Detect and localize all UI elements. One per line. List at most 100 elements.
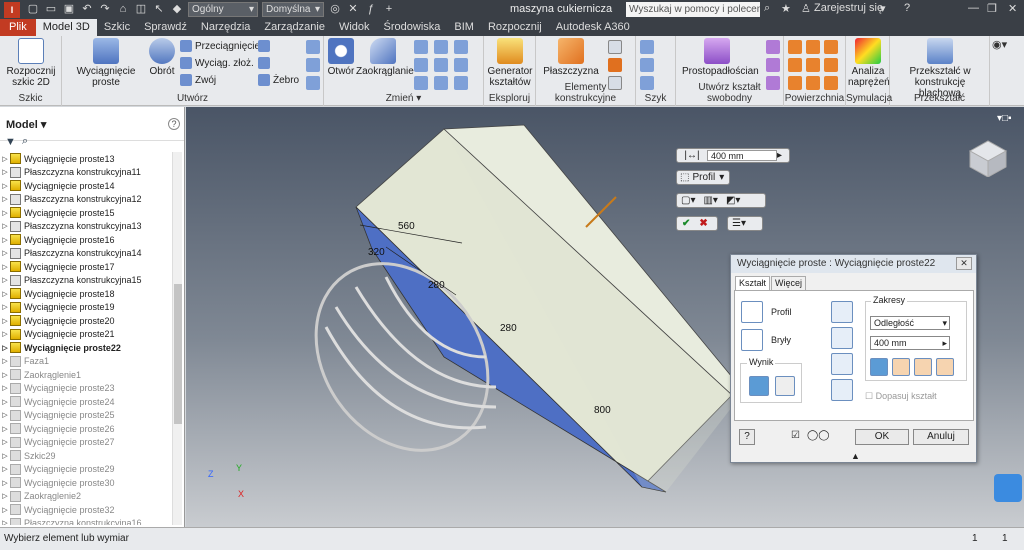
expand-arrow-icon[interactable]: ▷ [0,276,10,284]
rectangular-pattern-icon[interactable] [640,40,654,54]
mirror-pattern-icon[interactable] [640,76,654,90]
dim-280-b[interactable]: 280 [500,323,517,334]
stress-analysis-button[interactable]: Analiza naprężeń [848,38,890,88]
tab-bim[interactable]: BIM [447,19,481,36]
browser-item[interactable]: ▷ Wyciągnięcie proste21 [0,328,172,342]
browser-item[interactable]: ▷ Płaszczyzna konstrukcyjna16 [0,517,172,525]
point-icon[interactable] [608,58,622,72]
trim-icon[interactable] [806,40,820,54]
browser-item[interactable]: ▷ Wyciągnięcie proste13 [0,152,172,166]
browser-item[interactable]: ▷ Wyciągnięcie proste16 [0,233,172,247]
combine-icon[interactable] [434,40,448,54]
user-icon[interactable]: ♙ [801,2,811,15]
distance-input[interactable]: 400 mm [707,150,777,161]
star-icon[interactable]: ★ [781,2,791,15]
expand-arrow-icon[interactable]: ▷ [0,317,10,325]
clear-icon[interactable]: ✕ [345,2,361,17]
browser-item[interactable]: ▷ Płaszczyzna konstrukcyjna14 [0,247,172,261]
mini-menu[interactable]: ☰▾ [727,216,763,231]
expand-arrow-icon[interactable]: ▷ [0,195,10,203]
browser-item[interactable]: ▷ Wyciągnięcie proste32 [0,503,172,517]
app-assistant-icon[interactable] [994,474,1022,502]
distance-minitoolbar[interactable]: |↔| 400 mm ▸ [676,148,790,163]
cancel-icon[interactable]: ✖ [695,217,711,230]
tab-model-3d[interactable]: Model 3D [35,19,97,36]
intersect-button[interactable] [831,353,853,375]
stitch-icon[interactable] [788,40,802,54]
thread-icon[interactable] [434,58,448,72]
axis-icon[interactable] [608,40,622,54]
expand-arrow-icon[interactable]: ▷ [0,155,10,163]
expand-arrow-icon[interactable]: ▷ [0,209,10,217]
restore-button[interactable]: ❐ [987,2,997,15]
expand-arrow-icon[interactable]: ▷ [0,411,10,419]
tab-get-started[interactable]: Rozpocznij [481,19,549,36]
shell-icon[interactable] [414,58,428,72]
move-icon[interactable] [306,76,320,90]
browser-item[interactable]: ▷ Wyciągnięcie proste14 [0,179,172,193]
expand-arrow-icon[interactable]: ▷ [0,506,10,514]
direction-icon[interactable]: ◩▾ [722,194,744,207]
copy-icon[interactable] [306,40,320,54]
circular-pattern-icon[interactable] [640,58,654,72]
home-icon[interactable]: ⌂ [115,2,131,17]
chamfer-icon[interactable] [414,40,428,54]
expand-arrow-icon[interactable]: ▷ [0,384,10,392]
expand-arrow-icon[interactable]: ▷ [0,371,10,379]
tab-inspect[interactable]: Sprawdź [137,19,194,36]
extents-type-select[interactable]: Odległość ▾ [870,316,950,330]
browser-item[interactable]: ▷ Szkic29 [0,449,172,463]
browser-item[interactable]: ▷ Zaokrąglenie2 [0,490,172,504]
app-logo[interactable]: I [4,1,20,18]
scrollbar-thumb[interactable] [174,284,182,424]
derive-button[interactable] [258,56,273,70]
browser-item[interactable]: ▷ Wyciągnięcie proste25 [0,409,172,423]
new-icon[interactable]: ▢ [25,2,41,17]
direction-symmetric-button[interactable] [914,358,932,376]
direct-edit-icon[interactable] [454,76,468,90]
cut-button[interactable] [831,327,853,349]
new-solid-button[interactable] [831,379,853,401]
search-input[interactable]: Wyszukaj w pomocy i polecenia... [626,2,760,17]
browser-item[interactable]: ▷ Wyciągnięcie proste30 [0,476,172,490]
output-surface-button[interactable] [775,376,795,396]
browser-title[interactable]: Model ▾ [6,118,46,131]
patch-icon[interactable] [788,76,802,90]
tab-a360[interactable]: Autodesk A360 [549,19,637,36]
profile-select-button[interactable] [741,301,763,323]
delete-face-icon[interactable] [454,58,468,72]
dialog-titlebar[interactable]: Wyciągnięcie proste : Wyciągnięcie prost… [731,255,976,273]
viewcube[interactable] [966,137,1010,178]
rib-button[interactable]: Żebro [258,73,299,87]
expand-arrow-icon[interactable]: ▷ [0,344,10,352]
expand-arrow-icon[interactable]: ▷ [0,492,10,500]
preview-checkbox[interactable]: ☑ [791,430,800,441]
expand-arrow-icon[interactable]: ▷ [0,357,10,365]
tab-more[interactable]: Więcej [771,276,807,290]
help-icon[interactable]: ? [904,2,910,14]
tab-shape[interactable]: Kształt [735,276,771,290]
operation-minitoolbar[interactable]: ▢▾ ▥▾ ◩▾ [676,193,766,208]
mirror-icon[interactable] [306,58,320,72]
select-icon[interactable]: ↖ [151,2,167,17]
output-solid-button[interactable] [749,376,769,396]
browser-item[interactable]: ▷ Wyciągnięcie proste24 [0,395,172,409]
expand-arrow-icon[interactable]: ▷ [0,182,10,190]
hole-button[interactable]: Otwór [326,38,356,77]
sculpt-icon[interactable] [788,58,802,72]
save-icon[interactable]: ▣ [61,2,77,17]
add-icon[interactable]: + [381,2,397,17]
plane-button[interactable]: Płaszczyzna [542,38,600,77]
cancel-button[interactable]: Anuluj [913,429,969,445]
tab-view[interactable]: Widok [332,19,377,36]
revolve-button[interactable]: Obrót [148,38,176,77]
browser-item[interactable]: ▷ Płaszczyzna konstrukcyjna15 [0,274,172,288]
boundary-patch-icon[interactable] [824,40,838,54]
profile-dropdown-icon[interactable]: ▾ [715,171,724,184]
tab-tools[interactable]: Narzędzia [194,19,258,36]
signin-link[interactable]: Zarejestruj się [814,2,883,14]
sweep-button[interactable]: Przeciągnięcie [180,39,260,53]
start-sketch-button[interactable]: Rozpocznij szkic 2D [3,38,59,88]
style-dropdown[interactable]: Ogólny ▾ [188,2,258,17]
join-icon[interactable]: ▢▾ [677,194,699,207]
